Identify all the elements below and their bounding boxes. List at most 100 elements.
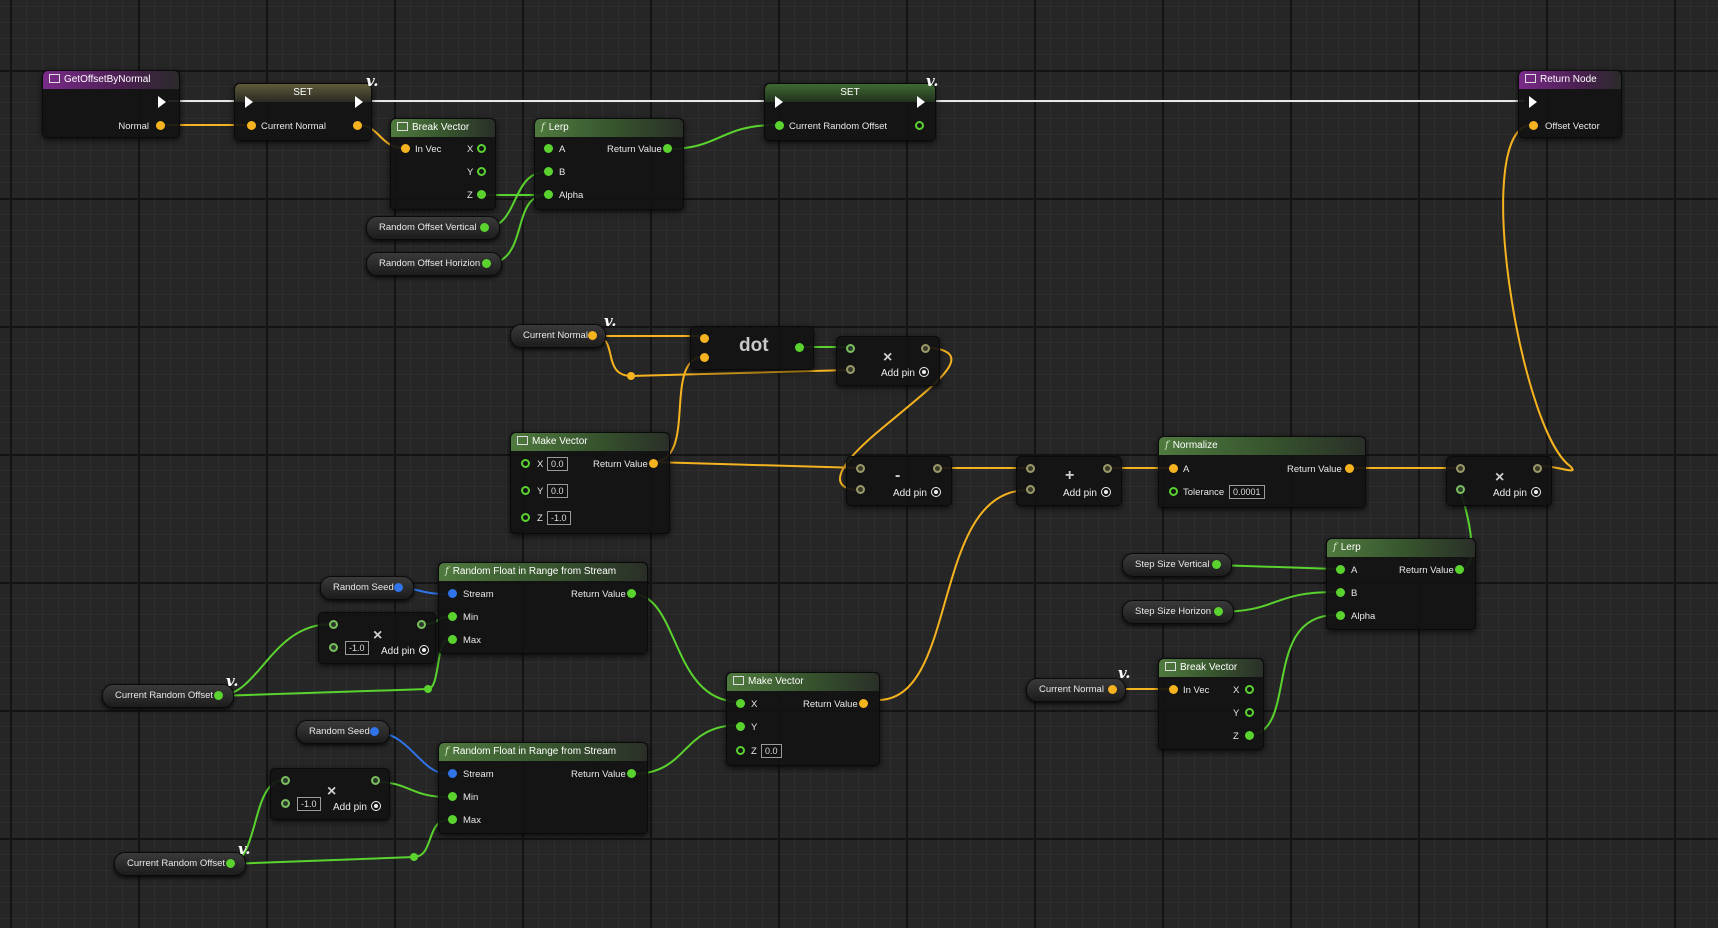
a-pin[interactable]: [846, 344, 855, 353]
multiply-node[interactable]: × Add pin: [836, 336, 940, 386]
y-value-input[interactable]: 0.0: [547, 484, 568, 498]
current-normal-in-pin[interactable]: [247, 121, 256, 130]
z-pin[interactable]: [521, 513, 530, 522]
y-pin[interactable]: [521, 486, 530, 495]
break-vector-node[interactable]: Break Vector In Vec X Y Z: [1158, 658, 1264, 750]
add-pin-button[interactable]: Add pin: [893, 487, 941, 499]
z-pin[interactable]: [477, 190, 486, 199]
variable-out-pin[interactable]: [394, 583, 403, 592]
break-vector-node[interactable]: Break Vector In Vec X Y Z: [390, 118, 496, 210]
set-current-normal-node[interactable]: SET Current Normal: [234, 83, 372, 141]
add-pin-button[interactable]: Add pin: [333, 801, 381, 813]
z-pin[interactable]: [1245, 731, 1254, 740]
stream-pin[interactable]: [448, 589, 457, 598]
current-normal-out-pin[interactable]: [353, 121, 362, 130]
tolerance-input[interactable]: 0.0001: [1229, 485, 1265, 499]
x-pin[interactable]: [521, 459, 530, 468]
random-offset-vertical-variable[interactable]: Random Offset Vertical: [366, 216, 500, 240]
add-pin-button[interactable]: Add pin: [381, 645, 429, 657]
exec-in-pin[interactable]: [1529, 96, 1537, 108]
random-seed-variable[interactable]: Random Seed: [296, 720, 390, 744]
exec-out-pin[interactable]: [355, 96, 363, 108]
in-vec-pin[interactable]: [1169, 685, 1178, 694]
subtract-node[interactable]: - Add pin: [846, 456, 952, 506]
return-value-pin[interactable]: [1103, 464, 1112, 473]
variable-out-pin[interactable]: [1214, 607, 1223, 616]
add-pin-button[interactable]: Add pin: [1493, 487, 1541, 499]
lerp-node[interactable]: f Lerp A Return Value B Alpha: [1326, 538, 1476, 630]
tolerance-pin[interactable]: [1169, 487, 1178, 496]
x-pin[interactable]: [1245, 685, 1254, 694]
add-pin-button[interactable]: Add pin: [1063, 487, 1111, 499]
b-value-input[interactable]: -1.0: [345, 641, 369, 655]
multiply-node[interactable]: -1.0 × Add pin: [270, 768, 390, 820]
variable-out-pin[interactable]: [370, 727, 379, 736]
variable-out-pin[interactable]: [214, 691, 223, 700]
b-pin[interactable]: [1336, 588, 1345, 597]
b-pin[interactable]: [700, 353, 709, 362]
min-pin[interactable]: [448, 792, 457, 801]
a-pin[interactable]: [1169, 464, 1178, 473]
x-value-input[interactable]: 0.0: [547, 457, 568, 471]
a-pin[interactable]: [281, 776, 290, 785]
return-value-pin[interactable]: [371, 776, 380, 785]
return-value-pin[interactable]: [1533, 464, 1542, 473]
current-normal-variable[interactable]: Current Normal: [510, 324, 606, 348]
return-value-pin[interactable]: [627, 589, 636, 598]
min-pin[interactable]: [448, 612, 457, 621]
b-pin[interactable]: [281, 799, 290, 808]
variable-out-pin[interactable]: [588, 331, 597, 340]
variable-out-pin[interactable]: [480, 223, 489, 232]
in-vec-pin[interactable]: [401, 144, 410, 153]
return-value-pin[interactable]: [649, 459, 658, 468]
exec-out-pin[interactable]: [917, 96, 925, 108]
return-value-pin[interactable]: [417, 620, 426, 629]
a-pin[interactable]: [1336, 565, 1345, 574]
b-pin[interactable]: [856, 485, 865, 494]
exec-out-pin[interactable]: [158, 96, 166, 108]
a-pin[interactable]: [329, 620, 338, 629]
variable-out-pin[interactable]: [226, 859, 235, 868]
step-size-vertical-variable[interactable]: Step Size Vertical: [1122, 553, 1232, 577]
current-random-offset-out-pin[interactable]: [915, 121, 924, 130]
b-pin[interactable]: [329, 643, 338, 652]
a-pin[interactable]: [700, 334, 709, 343]
a-pin[interactable]: [856, 464, 865, 473]
b-pin[interactable]: [846, 365, 855, 374]
z-value-input[interactable]: 0.0: [761, 744, 782, 758]
dot-product-node[interactable]: dot: [690, 326, 814, 370]
exec-in-pin[interactable]: [245, 96, 253, 108]
random-float-in-range-node[interactable]: f Random Float in Range from Stream Strea…: [438, 562, 648, 654]
current-random-offset-variable[interactable]: Current Random Offset: [102, 684, 234, 708]
current-normal-variable[interactable]: Current Normal: [1026, 678, 1126, 702]
current-random-offset-in-pin[interactable]: [775, 121, 784, 130]
add-node[interactable]: + Add pin: [1016, 456, 1122, 506]
multiply-node[interactable]: -1.0 × Add pin: [318, 612, 436, 664]
multiply-node[interactable]: × Add pin: [1446, 456, 1552, 506]
return-value-pin[interactable]: [921, 344, 930, 353]
z-value-input[interactable]: -1.0: [547, 511, 571, 525]
function-entry-node[interactable]: GetOffsetByNormal Normal: [42, 70, 180, 138]
a-pin[interactable]: [544, 144, 553, 153]
return-value-pin[interactable]: [663, 144, 672, 153]
make-vector-node[interactable]: Make Vector X Return Value Y Z 0.0: [726, 672, 880, 766]
step-size-horizon-variable[interactable]: Step Size Horizon: [1122, 600, 1234, 624]
stream-pin[interactable]: [448, 769, 457, 778]
b-pin[interactable]: [1456, 485, 1465, 494]
lerp-node[interactable]: f Lerp A Return Value B Alpha: [534, 118, 684, 210]
b-value-input[interactable]: -1.0: [297, 797, 321, 811]
normal-pin[interactable]: [156, 121, 165, 130]
offset-vector-pin[interactable]: [1529, 121, 1538, 130]
return-value-pin[interactable]: [1455, 565, 1464, 574]
return-value-pin[interactable]: [795, 343, 804, 352]
return-value-pin[interactable]: [933, 464, 942, 473]
exec-in-pin[interactable]: [775, 96, 783, 108]
z-pin[interactable]: [736, 746, 745, 755]
return-node[interactable]: Return Node Offset Vector: [1518, 70, 1622, 138]
b-pin[interactable]: [544, 167, 553, 176]
random-float-in-range-node[interactable]: f Random Float in Range from Stream Strea…: [438, 742, 648, 834]
y-pin[interactable]: [1245, 708, 1254, 717]
set-current-random-offset-node[interactable]: SET Current Random Offset: [764, 83, 936, 141]
b-pin[interactable]: [1026, 485, 1035, 494]
y-pin[interactable]: [477, 167, 486, 176]
